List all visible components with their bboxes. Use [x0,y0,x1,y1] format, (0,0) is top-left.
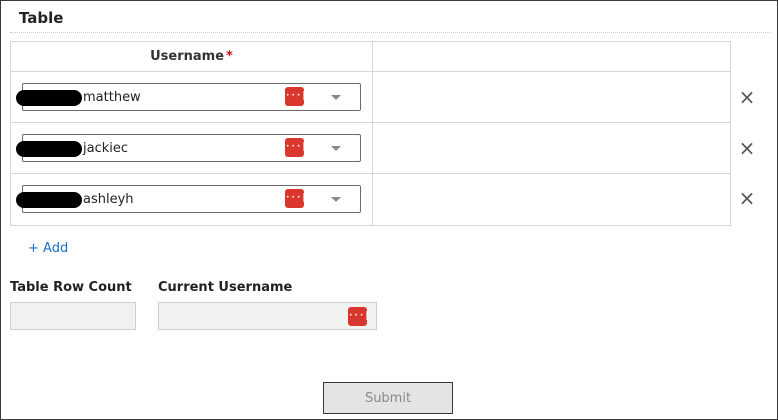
redaction-mark [16,90,82,106]
username-value: matthew [83,90,141,105]
row-count-field [10,302,136,330]
password-manager-icon[interactable]: ···| [285,138,307,157]
username-combobox[interactable]: ashleyh ···| [16,185,361,213]
submit-button[interactable]: Submit [323,382,453,414]
column-header-username: Username * [11,42,373,71]
column-header-label: Username [150,49,225,64]
username-value: jackiec [83,141,129,156]
section-title: Table [19,9,64,27]
username-cell: matthew ···| [11,72,373,122]
remove-row-icon[interactable]: × [737,138,757,158]
redaction-mark [16,141,82,157]
row-count-label: Table Row Count [10,280,132,295]
table-row: matthew ···| [11,72,730,123]
redaction-mark [16,192,82,208]
chevron-down-icon[interactable] [331,146,341,151]
password-manager-icon[interactable]: ···| [285,87,307,106]
password-manager-icon[interactable]: ···| [348,307,370,326]
remove-row-icon[interactable]: × [737,87,757,107]
empty-cell [373,174,730,225]
password-manager-icon[interactable]: ···| [285,189,307,208]
column-header-empty [373,42,730,71]
username-cell: jackiec ···| [11,123,373,173]
table-row: jackiec ···| [11,123,730,174]
empty-cell [373,123,730,173]
form-panel: Table Username * matthew ···| jackiec ··… [0,0,778,420]
empty-cell [373,72,730,122]
table-header: Username * [11,42,730,72]
username-table: Username * matthew ···| jackiec ···| ash… [10,41,731,226]
required-asterisk: * [226,49,233,64]
current-username-field: ···| [158,302,377,330]
table-row: ashleyh ···| [11,174,730,225]
chevron-down-icon[interactable] [331,197,341,202]
add-row-link[interactable]: + Add [28,241,68,256]
username-combobox[interactable]: jackiec ···| [16,134,361,162]
current-username-label: Current Username [158,280,293,295]
username-cell: ashleyh ···| [11,174,373,225]
remove-row-icon[interactable]: × [737,188,757,208]
username-value: ashleyh [83,192,134,207]
username-combobox[interactable]: matthew ···| [16,83,361,111]
chevron-down-icon[interactable] [331,95,341,100]
section-divider [10,32,770,33]
